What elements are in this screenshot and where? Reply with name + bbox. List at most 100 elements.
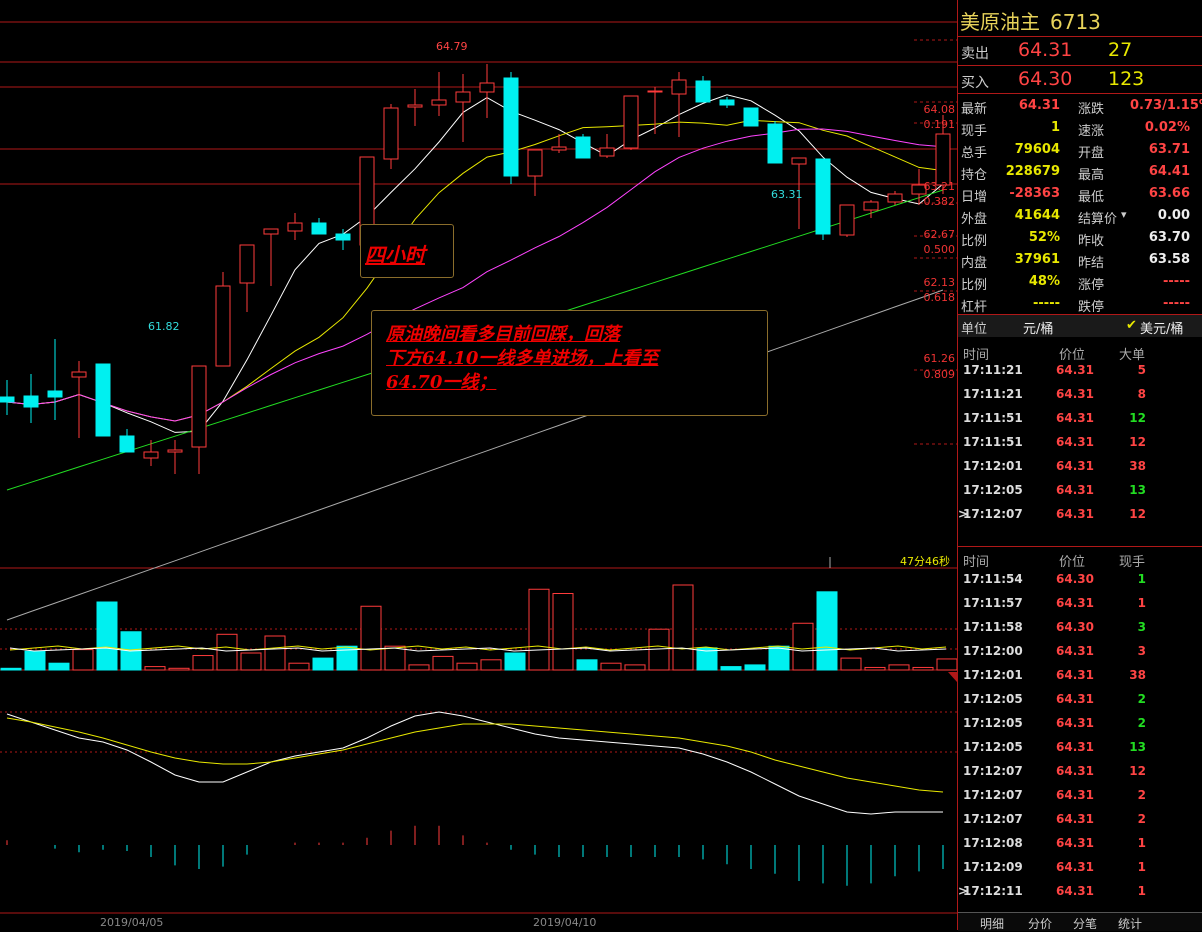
volume-bar	[672, 584, 694, 671]
row-volume: 38	[1129, 668, 1146, 682]
table-row[interactable]: 17:11:21 64.31 5	[958, 359, 1202, 383]
dropdown-icon[interactable]: ▾	[1121, 208, 1127, 221]
table-row[interactable]: 17:11:51 64.31 12	[958, 407, 1202, 431]
volume-bar	[360, 605, 382, 671]
sell-volume: 27	[1108, 39, 1133, 61]
volume-bar	[48, 662, 70, 671]
table-row[interactable]: 17:12:07 64.31 2	[958, 808, 1202, 832]
quote-value: -28363	[1009, 186, 1060, 201]
bar-countdown: 47分46秒	[900, 555, 950, 568]
table-row[interactable]: 17:12:05 64.31 13	[958, 736, 1202, 760]
row-time: 17:12:01	[963, 668, 1023, 682]
tab-ticks[interactable]: 分笔	[1073, 915, 1097, 932]
buy-row: 买入 64.30 123	[958, 66, 1202, 94]
table-row[interactable]: 17:12:01 64.31 38	[958, 664, 1202, 688]
period-note-box[interactable]: 四小时	[360, 224, 454, 278]
sell-price: 64.31	[1018, 39, 1073, 61]
row-time: 17:12:07	[963, 788, 1023, 802]
table-row[interactable]: 17:11:57 64.31 1	[958, 592, 1202, 616]
quote-row: 现手 1 速涨 0.02%	[958, 116, 1202, 140]
quote-value: 1	[1050, 120, 1060, 135]
candle-up	[647, 90, 663, 93]
quote-row: 比例 52% 昨收 63.70	[958, 226, 1202, 250]
candle-up	[623, 95, 639, 149]
quote-label: 昨收	[1078, 234, 1105, 249]
tab-detail[interactable]: 明细	[980, 915, 1004, 932]
quote-label: 杠杆	[961, 300, 988, 315]
candle-down	[719, 99, 735, 106]
table-row[interactable]: 17:11:21 64.31 8	[958, 383, 1202, 407]
row-price: 64.31	[1056, 764, 1094, 778]
row-volume: 12	[1129, 507, 1146, 521]
row-volume: 1	[1137, 884, 1146, 898]
volume-bar	[0, 667, 22, 671]
quote-label: 日增	[961, 190, 988, 205]
table-row[interactable]: 17:11:54 64.30 1	[958, 568, 1202, 592]
table-row[interactable]: 17:12:00 64.31 3	[958, 640, 1202, 664]
tab-price-dist[interactable]: 分价	[1028, 915, 1052, 932]
quote-value: 63.70	[1148, 230, 1190, 245]
quote-value: 0.02%	[1144, 120, 1190, 135]
candle-up	[455, 91, 471, 103]
volume-bar	[576, 659, 598, 671]
table-row[interactable]: 17:12:09 64.31 1	[958, 856, 1202, 880]
table-row[interactable]: 17:12:08 64.31 1	[958, 832, 1202, 856]
row-volume: 13	[1129, 483, 1146, 497]
detail-tabs: 明细 分价 分笔 统计	[958, 912, 1202, 931]
row-price: 64.31	[1056, 507, 1094, 521]
row-price: 64.31	[1056, 596, 1094, 610]
volume-bar	[504, 652, 526, 671]
volume-bar	[840, 657, 862, 671]
quote-row: 外盘 41644 结算价 0.00 ▾	[958, 204, 1202, 228]
high-price-label: 64.79	[436, 40, 468, 53]
candle-down	[503, 77, 519, 177]
candle-up	[887, 193, 903, 203]
unit-bar: 单位 元/桶 ✔ 美元/桶	[958, 315, 1202, 337]
table-row[interactable]: 17:11:51 64.31 12	[958, 431, 1202, 455]
table-row[interactable]: 17:11:58 64.30 3	[958, 616, 1202, 640]
quote-panel: 美原油主 6713 卖出 64.31 27 买入 64.30 123 最新 64.3…	[957, 0, 1202, 931]
quote-label: 持仓	[961, 168, 988, 183]
low-price-label: 61.82	[148, 320, 180, 333]
row-time: 17:12:09	[963, 860, 1023, 874]
volume-bar	[936, 658, 957, 671]
quote-label: 最低	[1078, 190, 1105, 205]
row-volume: 1	[1137, 860, 1146, 874]
unit-option-usd[interactable]: 美元/桶	[1140, 318, 1183, 337]
unit-option-yuan[interactable]: 元/桶	[1023, 318, 1053, 337]
candle-up	[431, 99, 447, 106]
row-price: 64.31	[1056, 716, 1094, 730]
quote-label: 开盘	[1078, 146, 1105, 161]
quote-value: 41644	[1014, 208, 1060, 223]
quote-label: 最新	[961, 102, 988, 117]
table-row[interactable]: 17:12:05 64.31 13	[958, 479, 1202, 503]
tab-stats[interactable]: 统计	[1118, 915, 1142, 932]
volume-bar	[240, 652, 262, 671]
row-volume: 13	[1129, 740, 1146, 754]
comment-text: 原油晚间看多目前回踩，回落 下方64.10一线多单进场，上看至 64.70一线；	[386, 324, 659, 393]
chart-area[interactable]: 64.79 61.82 63.31 64.08 0.191 63.21 0.382 62.67…	[0, 0, 957, 930]
candle-down	[335, 233, 351, 241]
table-row[interactable]: 17:12:07 64.31 2	[958, 784, 1202, 808]
table-row[interactable]: 17:12:07 64.31 12 >	[958, 503, 1202, 527]
volume-bar	[432, 655, 454, 671]
candle-down	[23, 395, 39, 408]
table-row[interactable]: 17:12:07 64.31 12	[958, 760, 1202, 784]
row-time: 17:12:08	[963, 836, 1023, 850]
candlestick-chart[interactable]: 64.79 61.82 63.31 64.08 0.191 63.21 0.382 62.67…	[0, 0, 957, 930]
table-row[interactable]: 17:12:05 64.31 2	[958, 712, 1202, 736]
table-row[interactable]: 17:12:11 64.31 1 >	[958, 880, 1202, 904]
table-row[interactable]: 17:12:05 64.31 2	[958, 688, 1202, 712]
quote-value: 79604	[1014, 142, 1060, 157]
table-row[interactable]: 17:12:01 64.31 38	[958, 455, 1202, 479]
volume-bar	[264, 635, 286, 671]
fib-price-label: 62.13	[924, 276, 956, 289]
fib-price-label: 61.26	[924, 352, 956, 365]
fib-price-label: 62.67	[924, 228, 956, 241]
sell-label: 卖出	[961, 46, 989, 62]
pane-marker	[948, 672, 957, 682]
candle-up	[143, 451, 159, 459]
comment-box[interactable]: 原油晚间看多目前回踩，回落 下方64.10一线多单进场，上看至 64.70一线；	[371, 310, 768, 416]
row-time: 17:11:54	[963, 572, 1023, 586]
volume-bar	[144, 666, 166, 671]
